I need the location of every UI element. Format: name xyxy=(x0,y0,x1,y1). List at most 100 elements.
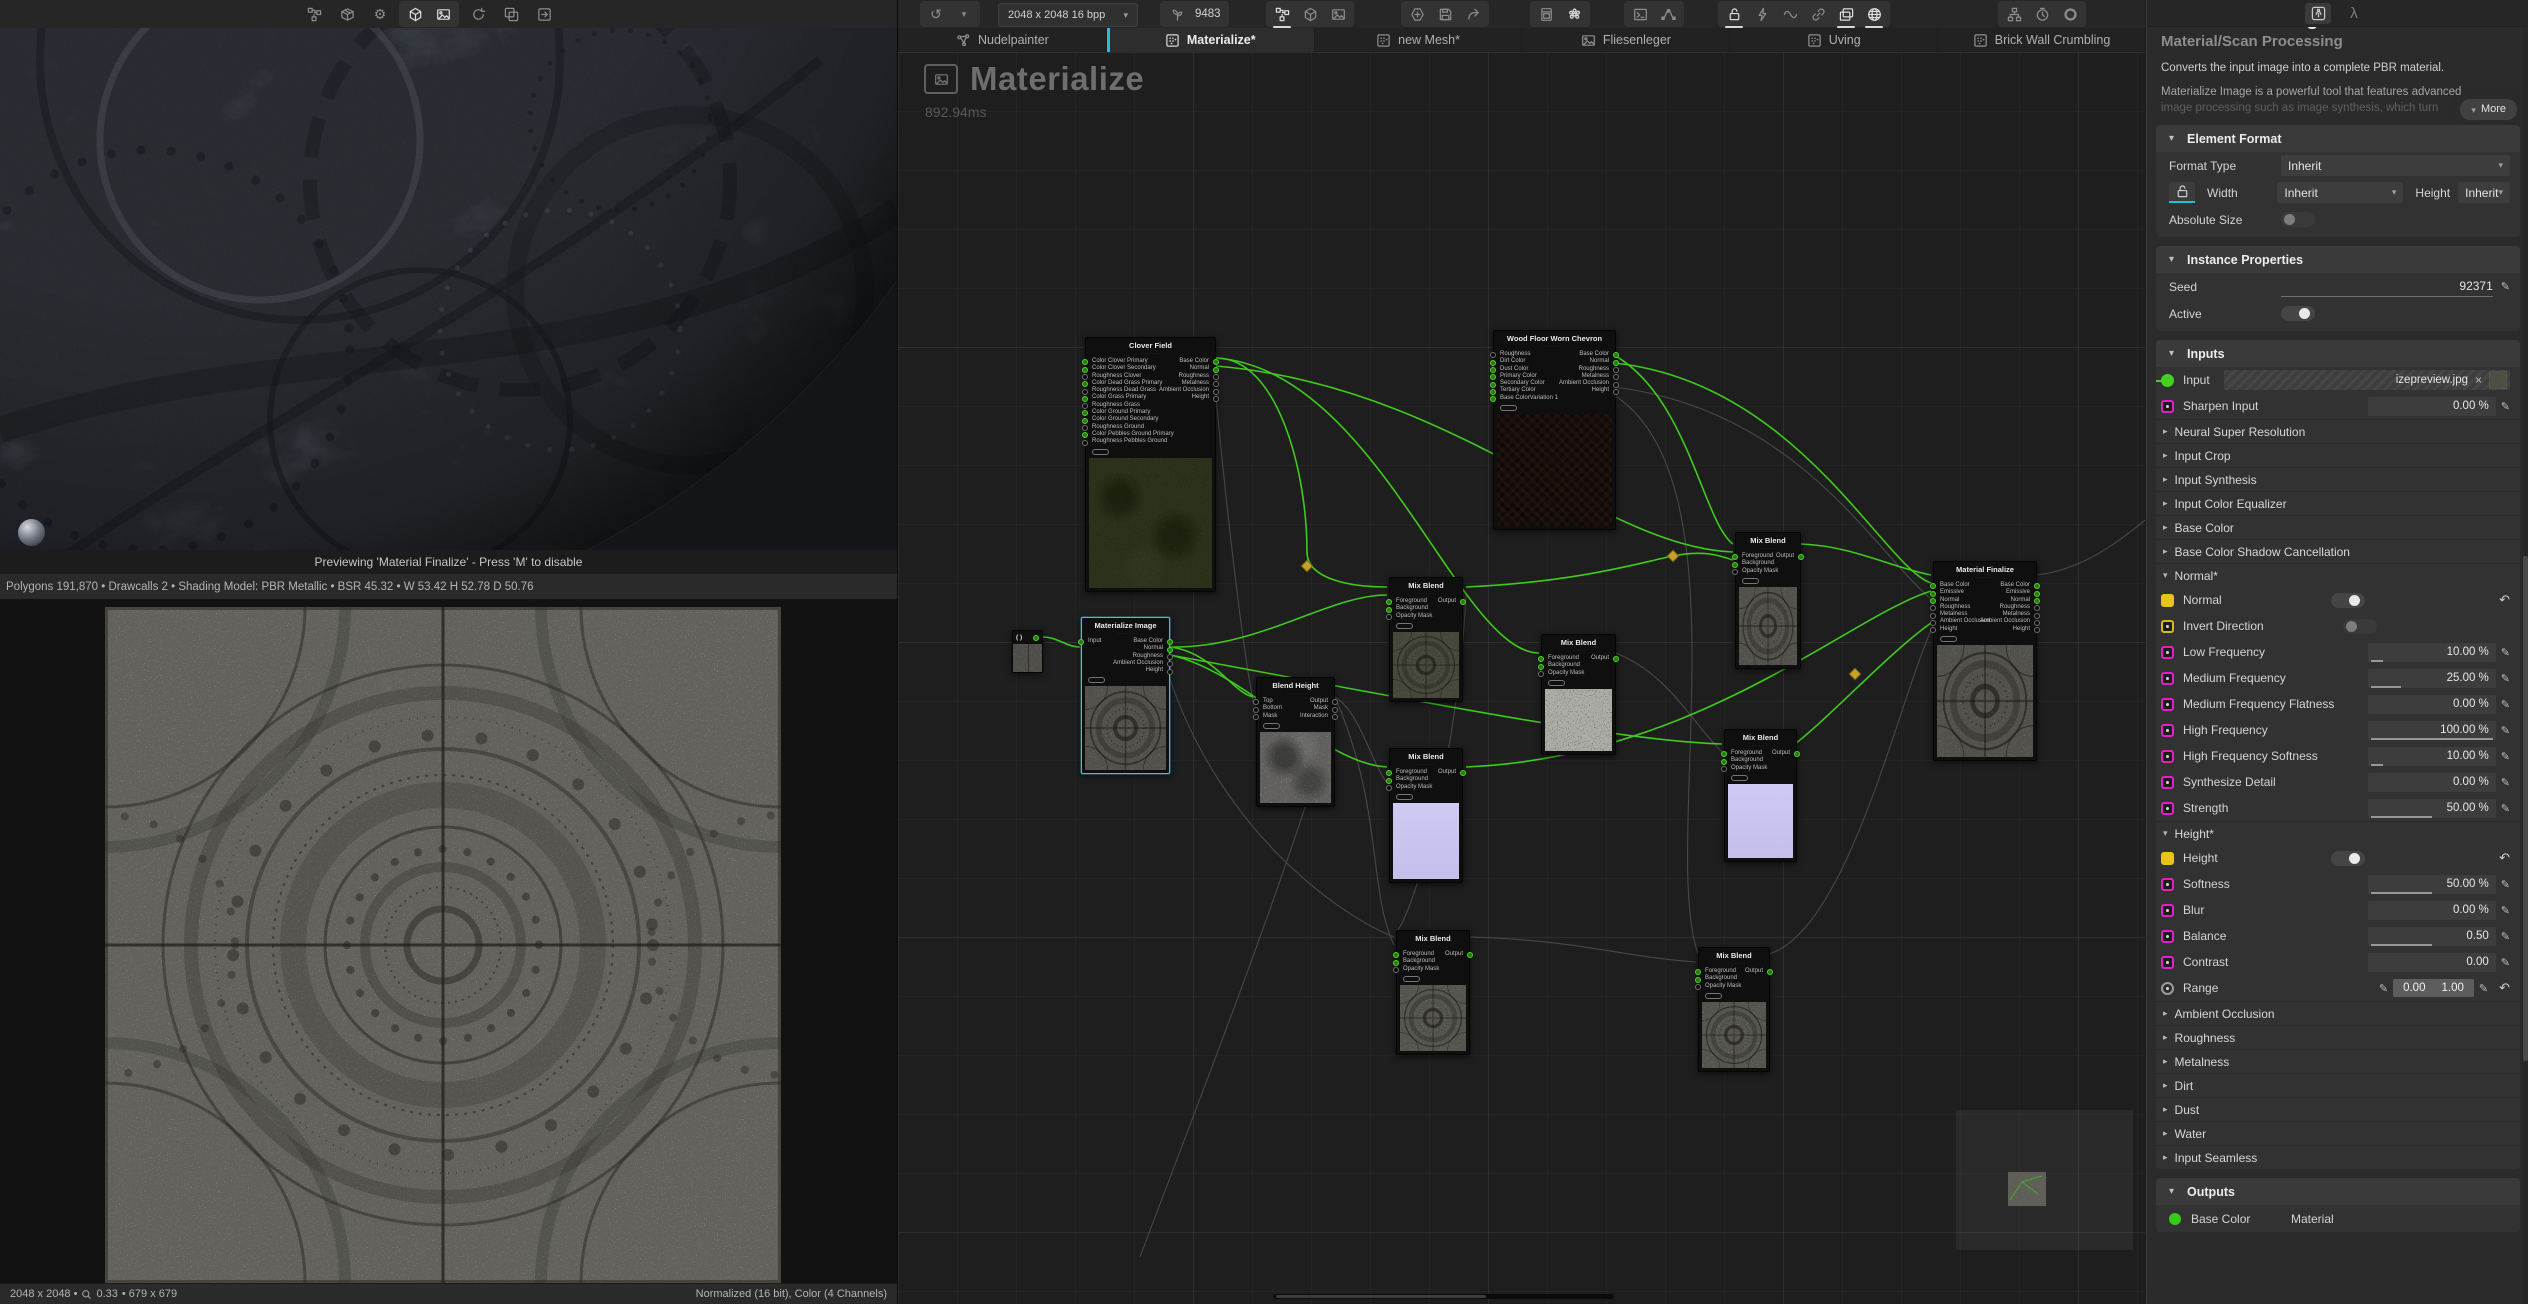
range-field[interactable]: 0.001.00 xyxy=(2393,979,2474,997)
edit-icon[interactable]: ✎ xyxy=(2501,400,2510,413)
height-toggle[interactable] xyxy=(2331,851,2365,866)
blur-field[interactable]: 0.00 % xyxy=(2368,901,2496,920)
absolute-size-toggle[interactable] xyxy=(2281,212,2315,227)
node-port[interactable] xyxy=(1767,969,1773,975)
collapsed-group-input-crop[interactable]: ▸Input Crop xyxy=(2156,443,2520,467)
tab-fliesenleger[interactable]: Fliesenleger xyxy=(1521,28,1729,52)
node-params-pill[interactable] xyxy=(1742,578,1759,584)
graph-view-icon[interactable] xyxy=(1268,2,1296,26)
resolution-dropdown[interactable]: 2048 x 2048 16 bpp ▾ xyxy=(998,3,1138,27)
node-port[interactable] xyxy=(1930,627,1936,633)
graph-node-mix-blend[interactable]: Mix Blend·······ForegroundOutputBackgrou… xyxy=(1389,748,1463,883)
2d-view-icon[interactable] xyxy=(429,2,457,26)
node-port[interactable] xyxy=(1253,707,1259,713)
node-port[interactable] xyxy=(1695,969,1701,975)
node-port[interactable] xyxy=(2034,605,2040,611)
node-port[interactable] xyxy=(1332,714,1338,720)
collapsed-group-dust[interactable]: ▸Dust xyxy=(2156,1097,2520,1121)
node-port[interactable] xyxy=(2034,591,2040,597)
node-port[interactable] xyxy=(1732,569,1738,575)
refresh-icon[interactable] xyxy=(464,2,492,26)
edit-icon[interactable]: ✎ xyxy=(2501,698,2510,711)
node-params-pill[interactable] xyxy=(1548,680,1565,686)
node-port[interactable] xyxy=(1386,607,1392,613)
node-port[interactable] xyxy=(2034,583,2040,589)
collapsed-group-input-seamless[interactable]: ▸Input Seamless xyxy=(2156,1145,2520,1169)
graph-node-mix-blend[interactable]: Mix Blend·······ForegroundOutputBackgrou… xyxy=(1735,532,1801,669)
node-params-pill[interactable] xyxy=(1396,794,1413,800)
node-port[interactable] xyxy=(1332,699,1338,705)
graph-node-blend-height[interactable]: Blend Height·······TopOutputBottomMaskMa… xyxy=(1256,677,1335,807)
node-port[interactable] xyxy=(1082,359,1088,365)
node-params-pill[interactable] xyxy=(1731,775,1748,781)
node-port[interactable] xyxy=(1930,591,1936,597)
node-port[interactable] xyxy=(1393,967,1399,973)
node-port[interactable] xyxy=(1930,620,1936,626)
atlas-icon[interactable] xyxy=(1560,2,1588,26)
bake-icon[interactable] xyxy=(1532,2,1560,26)
graph-node-mix-blend[interactable]: Mix Blend·······ForegroundOutputBackgrou… xyxy=(1389,577,1463,702)
node-port[interactable] xyxy=(1033,635,1039,641)
node-port[interactable] xyxy=(1213,396,1219,402)
element-graph-icon[interactable] xyxy=(2305,3,2331,24)
graph-minimap[interactable] xyxy=(1956,1110,2133,1250)
graph-node-mix-blend[interactable]: Mix Blend·······ForegroundOutputBackgrou… xyxy=(1541,634,1616,755)
graph-node-mix-blend[interactable]: Mix Blend·······ForegroundOutputBackgrou… xyxy=(1396,930,1470,1055)
graph-horizontal-scrollbar[interactable] xyxy=(1273,1294,1614,1299)
images-icon[interactable] xyxy=(1832,2,1860,26)
low-frequency-field[interactable]: 10.00 % xyxy=(2368,643,2496,662)
bolt-icon[interactable] xyxy=(1748,2,1776,26)
node-port[interactable] xyxy=(1490,374,1496,380)
graph-node-mix-blend[interactable]: Mix Blend·······ForegroundOutputBackgrou… xyxy=(1724,729,1797,862)
gear-icon[interactable]: ⚙ xyxy=(366,2,394,26)
edit-icon[interactable]: ✎ xyxy=(2379,982,2388,995)
node-port[interactable] xyxy=(1490,396,1496,402)
param-group-normal[interactable]: ▾Normal* xyxy=(2156,563,2520,587)
node-port[interactable] xyxy=(1613,367,1619,373)
panel-scrollbar-thumb[interactable] xyxy=(2523,556,2528,1061)
edit-icon[interactable]: ✎ xyxy=(2501,646,2510,659)
node-port[interactable] xyxy=(1082,440,1088,446)
normal-toggle[interactable] xyxy=(2331,593,2365,608)
medium-frequency-flatness-field[interactable]: 0.00 % xyxy=(2368,695,2496,714)
node-port[interactable] xyxy=(1538,671,1544,677)
cube-icon[interactable] xyxy=(1296,2,1324,26)
collapsed-group-input-color-equalizer[interactable]: ▸Input Color Equalizer xyxy=(2156,491,2520,515)
node-port[interactable] xyxy=(2034,627,2040,633)
node-port[interactable] xyxy=(1721,751,1727,757)
clear-input-icon[interactable]: × xyxy=(2475,373,2482,387)
section-header[interactable]: ▾Element Format xyxy=(2156,125,2520,152)
3d-view-icon[interactable] xyxy=(401,2,429,26)
graph-node-image-input[interactable]: ( ) xyxy=(1012,630,1043,673)
node-port[interactable] xyxy=(1213,389,1219,395)
sharpen-input-field[interactable]: 0.00 % xyxy=(2368,397,2496,416)
progress-ring-icon[interactable] xyxy=(2056,2,2084,26)
globe-icon[interactable] xyxy=(1860,2,1888,26)
node-port[interactable] xyxy=(1490,382,1496,388)
high-frequency-softness-field[interactable]: 10.00 % xyxy=(2368,747,2496,766)
node-port[interactable] xyxy=(1082,432,1088,438)
node-params-pill[interactable] xyxy=(1092,449,1109,455)
reset-icon[interactable]: ↶ xyxy=(2499,592,2510,608)
node-port[interactable] xyxy=(1082,403,1088,409)
node-port[interactable] xyxy=(1695,984,1701,990)
node-port[interactable] xyxy=(1386,770,1392,776)
collapsed-group-roughness[interactable]: ▸Roughness xyxy=(2156,1025,2520,1049)
contrast-field[interactable]: 0.00 xyxy=(2368,953,2496,972)
history-clock-icon[interactable] xyxy=(2028,2,2056,26)
node-port[interactable] xyxy=(1332,707,1338,713)
node-params-pill[interactable] xyxy=(1940,636,1957,642)
node-port[interactable] xyxy=(1078,639,1084,645)
node-port[interactable] xyxy=(1930,613,1936,619)
edit-icon[interactable]: ✎ xyxy=(2501,776,2510,789)
node-port[interactable] xyxy=(1930,598,1936,604)
node-port[interactable] xyxy=(1167,639,1173,645)
collapsed-group-base-color-shadow-cancellation[interactable]: ▸Base Color Shadow Cancellation xyxy=(2156,539,2520,563)
node-port[interactable] xyxy=(1213,359,1219,365)
strength-field[interactable]: 50.00 % xyxy=(2368,799,2496,818)
node-port[interactable] xyxy=(1538,656,1544,662)
collapsed-group-neural-super-resolution[interactable]: ▸Neural Super Resolution xyxy=(2156,419,2520,443)
lock-icon[interactable] xyxy=(1720,2,1748,26)
collapsed-group-base-color[interactable]: ▸Base Color xyxy=(2156,515,2520,539)
node-port[interactable] xyxy=(1386,614,1392,620)
